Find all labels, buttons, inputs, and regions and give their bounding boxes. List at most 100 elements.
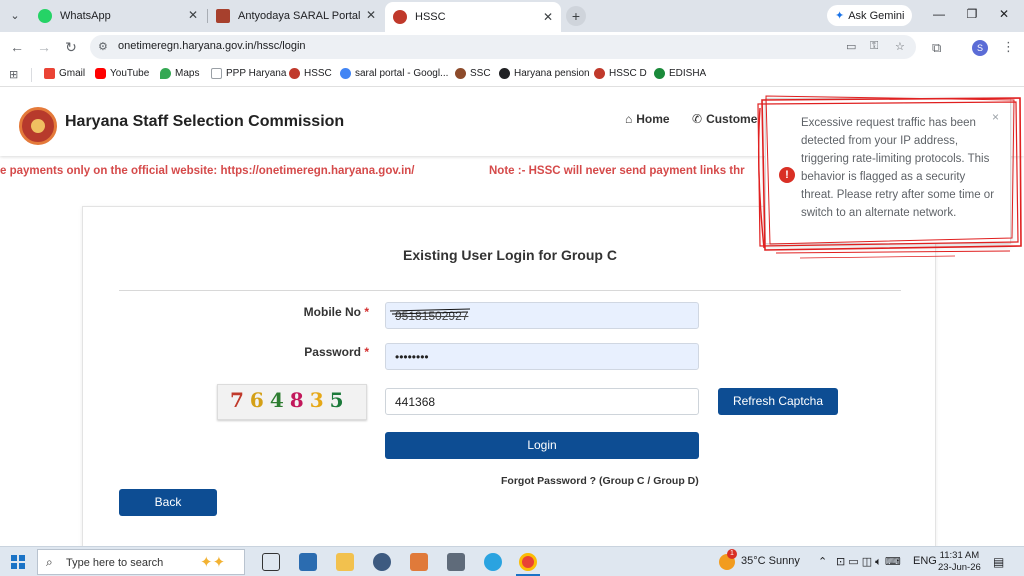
taskbar-search[interactable]: ⌕ Type here to search ✦✦ (37, 549, 245, 575)
forgot-password-link[interactable]: Forgot Password ? (Group C / Group D) (501, 475, 699, 487)
reload-icon[interactable]: ↻ (63, 39, 79, 55)
app-icon[interactable] (373, 553, 391, 571)
menu-kebab-icon[interactable]: ⋮ (1002, 39, 1015, 55)
youtube-icon (95, 68, 106, 79)
required-mark: * (364, 305, 369, 319)
telegram-icon[interactable] (484, 553, 502, 571)
notification-icon[interactable]: ▤ (993, 555, 1004, 569)
apps-grid-icon[interactable]: ⊞ (9, 68, 18, 81)
required-mark: * (364, 345, 369, 359)
forward-arrow-icon[interactable]: → (36, 39, 52, 55)
file-explorer-icon[interactable] (336, 553, 354, 571)
profile-avatar[interactable]: S (972, 40, 988, 56)
close-window-icon[interactable]: ✕ (996, 7, 1012, 21)
tab-close-icon[interactable]: ✕ (366, 8, 376, 22)
password-input[interactable]: •••••••• (385, 343, 699, 370)
clock-time: 11:31 AM (939, 550, 980, 561)
new-tab-button[interactable]: + (566, 6, 586, 26)
tab-title: HSSC (415, 11, 446, 23)
site-title: Haryana Staff Selection Commission (65, 113, 345, 130)
bookmark-ssc[interactable]: SSC (455, 68, 491, 79)
captcha-digit: 8 (289, 388, 310, 412)
bookmark-saral-google[interactable]: saral portal - Googl... (340, 68, 448, 79)
address-bar[interactable]: ⚙ onetimeregn.haryana.gov.in/hssc/login … (90, 35, 916, 59)
minimize-icon[interactable]: — (931, 7, 947, 21)
task-view-icon[interactable] (262, 553, 280, 571)
rate-limit-popup: × ! Excessive request traffic has been d… (765, 98, 1011, 244)
bookmarks-bar: ⊞ Gmail YouTube Maps PPP Haryana HSSC sa… (0, 62, 1024, 87)
bookmark-star-icon[interactable]: ☆ (895, 40, 905, 53)
tab-close-icon[interactable]: ✕ (543, 10, 553, 24)
password-value: •••••••• (395, 350, 429, 364)
password-key-icon[interactable]: ⚿ (870, 40, 878, 53)
captcha-digit: 7 (230, 388, 250, 412)
nav-label: Custome (706, 112, 758, 126)
chrome-icon[interactable] (519, 553, 537, 571)
login-button[interactable]: Login (385, 432, 699, 459)
label-text: Mobile No (303, 305, 361, 319)
site-info-icon[interactable]: ⚙ (98, 40, 108, 53)
bookmark-edisha[interactable]: EDISHA (654, 68, 706, 79)
browser-toolbar: ← → ↻ ⚙ onetimeregn.haryana.gov.in/hssc/… (0, 32, 1024, 62)
bookmark-label: PPP Haryana (226, 68, 287, 79)
marquee-text-2: Note :- HSSC will never send payment lin… (489, 165, 745, 177)
tab-title: Antyodaya SARAL Portal (238, 10, 361, 22)
nav-customer-link[interactable]: ✆ Custome (692, 112, 757, 126)
tab-saral-portal[interactable]: Antyodaya SARAL Portal ✕ (208, 4, 384, 28)
weather-text[interactable]: 35°C Sunny (741, 555, 800, 567)
captcha-image: 764835 (217, 384, 367, 420)
captcha-input[interactable]: 441368 (385, 388, 699, 415)
paint-icon[interactable] (410, 553, 428, 571)
phone-icon: ✆ (692, 112, 703, 126)
calculator-icon[interactable] (447, 553, 465, 571)
clock-date: 23-Jun-26 (938, 562, 981, 573)
extensions-icon[interactable]: ⧉ (932, 40, 941, 56)
store-icon[interactable] (299, 553, 317, 571)
language-indicator[interactable]: ENG (913, 555, 937, 567)
tab-title: WhatsApp (60, 10, 111, 22)
bookmark-label: SSC (470, 68, 491, 79)
bookmark-label: Maps (175, 68, 200, 79)
back-arrow-icon[interactable]: ← (9, 39, 25, 55)
bookmark-gmail[interactable]: Gmail (44, 68, 85, 79)
divider (119, 290, 901, 291)
tab-whatsapp[interactable]: WhatsApp ✕ (30, 4, 206, 28)
error-icon: ! (779, 167, 795, 183)
install-app-icon[interactable]: ▭ (846, 40, 856, 53)
bookmark-haryana-pension[interactable]: Haryana pension (499, 68, 590, 79)
captcha-digit: 3 (309, 388, 330, 412)
windows-taskbar: ⌕ Type here to search ✦✦ 1 35°C Sunny ⌃ … (0, 546, 1024, 576)
nav-label: Home (636, 112, 670, 126)
sparkle-icon: ✦✦ (200, 554, 226, 571)
bookmark-hssc[interactable]: HSSC (289, 68, 332, 79)
taskbar-clock[interactable]: 11:31 AM 23-Jun-26 (938, 550, 981, 574)
tray-chevron-icon[interactable]: ⌃ (818, 555, 827, 568)
bookmark-ppp-haryana[interactable]: PPP Haryana (211, 68, 286, 79)
tab-hssc[interactable]: HSSC ✕ (385, 2, 561, 32)
refresh-captcha-button[interactable]: Refresh Captcha (718, 388, 838, 415)
bookmark-label: Gmail (59, 68, 86, 79)
nav-home-link[interactable]: ⌂ Home (625, 112, 670, 126)
back-button[interactable]: Back (119, 489, 217, 516)
ask-gemini-button[interactable]: ✦ Ask Gemini (827, 5, 913, 26)
captcha-digit: 5 (329, 388, 350, 412)
mobile-input[interactable]: 95181502927 (385, 302, 699, 329)
windows-start-icon[interactable] (11, 555, 25, 569)
tray-icons[interactable]: ⊡ ▭ ◫ 🔈︎ ⌨ (836, 555, 901, 569)
bookmark-label: Haryana pension (514, 68, 590, 79)
ssc-icon (455, 68, 466, 79)
captcha-input-value: 441368 (395, 395, 436, 409)
bookmark-label: saral portal - Googl... (355, 68, 449, 79)
tab-close-icon[interactable]: ✕ (188, 8, 198, 22)
captcha-digit: 4 (269, 388, 290, 412)
bookmark-separator (31, 68, 32, 82)
bookmark-maps[interactable]: Maps (160, 68, 199, 79)
popup-message: Excessive request traffic has been detec… (801, 117, 995, 219)
home-icon: ⌂ (625, 112, 633, 126)
tab-search-icon[interactable]: ⌄ (6, 7, 24, 25)
restore-icon[interactable]: ❐ (964, 7, 980, 21)
page-icon (211, 68, 222, 79)
marquee-text-1: e payments only on the official website:… (0, 165, 415, 177)
bookmark-youtube[interactable]: YouTube (95, 68, 149, 79)
bookmark-hssc-d[interactable]: HSSC D (594, 68, 647, 79)
